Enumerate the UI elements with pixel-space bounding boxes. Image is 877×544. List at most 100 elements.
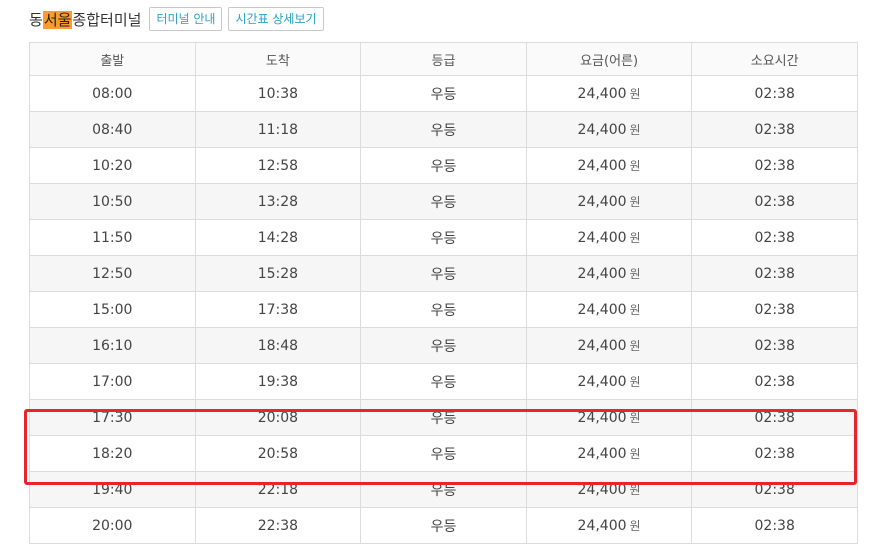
depart-cell: 20:00 (29, 507, 196, 544)
duration-cell: 02:38 (691, 75, 858, 112)
depart-cell: 08:00 (29, 75, 196, 112)
currency-unit: 원 (629, 195, 641, 209)
table-row: 19:40 22:18 우등 24,400 원 02:38 (29, 471, 858, 508)
fare-cell: 24,400 원 (525, 147, 693, 184)
arrive-cell: 22:18 (194, 471, 362, 508)
currency-unit: 원 (629, 411, 641, 425)
grade-cell: 우등 (360, 111, 527, 148)
fare-value: 24,400 (577, 518, 627, 534)
depart-cell: 18:20 (29, 435, 196, 472)
duration-cell: 02:38 (691, 255, 858, 292)
depart-cell: 17:00 (29, 363, 196, 400)
grade-cell: 우등 (360, 399, 527, 436)
col-fare: 요금(어른) (525, 42, 693, 76)
currency-unit: 원 (629, 447, 641, 461)
fare-value: 24,400 (577, 338, 627, 354)
grade-cell: 우등 (360, 291, 527, 328)
currency-unit: 원 (629, 231, 641, 245)
grade-cell: 우등 (360, 75, 527, 112)
arrive-cell: 17:38 (194, 291, 362, 328)
table-row: 20:00 22:38 우등 24,400 원 02:38 (29, 507, 858, 544)
grade-cell: 우등 (360, 435, 527, 472)
duration-cell: 02:38 (691, 183, 858, 220)
table-row: 18:20 20:58 우등 24,400 원 02:38 (29, 435, 858, 472)
table-row: 10:20 12:58 우등 24,400 원 02:38 (29, 147, 858, 184)
grade-cell: 우등 (360, 327, 527, 364)
depart-cell: 10:50 (29, 183, 196, 220)
arrive-cell: 19:38 (194, 363, 362, 400)
depart-cell: 19:40 (29, 471, 196, 508)
grade-cell: 우등 (360, 183, 527, 220)
fare-cell: 24,400 원 (525, 183, 693, 220)
fare-value: 24,400 (577, 194, 627, 210)
arrive-cell: 10:38 (194, 75, 362, 112)
duration-cell: 02:38 (691, 291, 858, 328)
fare-cell: 24,400 원 (525, 399, 693, 436)
timetable: 출발 도착 등급 요금(어른) 소요시간 08:00 10:38 우등 24,400 원… (29, 42, 858, 544)
title-suffix: 종합터미널 (72, 10, 142, 29)
fare-value: 24,400 (577, 230, 627, 246)
arrive-cell: 20:58 (194, 435, 362, 472)
fare-value: 24,400 (577, 122, 627, 138)
grade-cell: 우등 (360, 255, 527, 292)
fare-cell: 24,400 원 (525, 507, 693, 544)
currency-unit: 원 (629, 483, 641, 497)
duration-cell: 02:38 (691, 399, 858, 436)
terminal-header: 동서울종합터미널 터미널 안내 시간표 상세보기 (29, 5, 330, 33)
currency-unit: 원 (629, 339, 641, 353)
depart-cell: 08:40 (29, 111, 196, 148)
duration-cell: 02:38 (691, 147, 858, 184)
table-row: 12:50 15:28 우등 24,400 원 02:38 (29, 255, 858, 292)
col-depart: 출발 (29, 42, 196, 76)
fare-cell: 24,400 원 (525, 327, 693, 364)
table-row: 08:40 11:18 우등 24,400 원 02:38 (29, 111, 858, 148)
table-header-row: 출발 도착 등급 요금(어른) 소요시간 (29, 42, 858, 76)
grade-cell: 우등 (360, 219, 527, 256)
duration-cell: 02:38 (691, 435, 858, 472)
table-row: 10:50 13:28 우등 24,400 원 02:38 (29, 183, 858, 220)
currency-unit: 원 (629, 267, 641, 281)
table-row: 17:00 19:38 우등 24,400 원 02:38 (29, 363, 858, 400)
duration-cell: 02:38 (691, 327, 858, 364)
arrive-cell: 14:28 (194, 219, 362, 256)
terminal-title: 동서울종합터미널 (29, 9, 141, 30)
fare-cell: 24,400 원 (525, 291, 693, 328)
fare-value: 24,400 (577, 158, 627, 174)
arrive-cell: 15:28 (194, 255, 362, 292)
title-highlight: 서울 (42, 10, 73, 29)
currency-unit: 원 (629, 159, 641, 173)
fare-value: 24,400 (577, 446, 627, 462)
fare-value: 24,400 (577, 86, 627, 102)
fare-value: 24,400 (577, 410, 627, 426)
fare-value: 24,400 (577, 482, 627, 498)
fare-cell: 24,400 원 (525, 363, 693, 400)
currency-unit: 원 (629, 303, 641, 317)
col-grade: 등급 (360, 42, 527, 76)
fare-value: 24,400 (577, 374, 627, 390)
arrive-cell: 18:48 (194, 327, 362, 364)
terminal-info-button[interactable]: 터미널 안내 (149, 7, 223, 31)
col-arrive: 도착 (194, 42, 362, 76)
grade-cell: 우등 (360, 507, 527, 544)
depart-cell: 17:30 (29, 399, 196, 436)
fare-cell: 24,400 원 (525, 75, 693, 112)
grade-cell: 우등 (360, 147, 527, 184)
fare-cell: 24,400 원 (525, 219, 693, 256)
fare-value: 24,400 (577, 302, 627, 318)
fare-cell: 24,400 원 (525, 111, 693, 148)
grade-cell: 우등 (360, 363, 527, 400)
duration-cell: 02:38 (691, 219, 858, 256)
timetable-detail-button[interactable]: 시간표 상세보기 (228, 7, 324, 31)
currency-unit: 원 (629, 123, 641, 137)
title-prefix: 동 (29, 10, 43, 29)
depart-cell: 16:10 (29, 327, 196, 364)
duration-cell: 02:38 (691, 363, 858, 400)
table-row: 16:10 18:48 우등 24,400 원 02:38 (29, 327, 858, 364)
depart-cell: 10:20 (29, 147, 196, 184)
arrive-cell: 11:18 (194, 111, 362, 148)
duration-cell: 02:38 (691, 507, 858, 544)
arrive-cell: 20:08 (194, 399, 362, 436)
table-row: 17:30 20:08 우등 24,400 원 02:38 (29, 399, 858, 436)
currency-unit: 원 (629, 375, 641, 389)
depart-cell: 12:50 (29, 255, 196, 292)
